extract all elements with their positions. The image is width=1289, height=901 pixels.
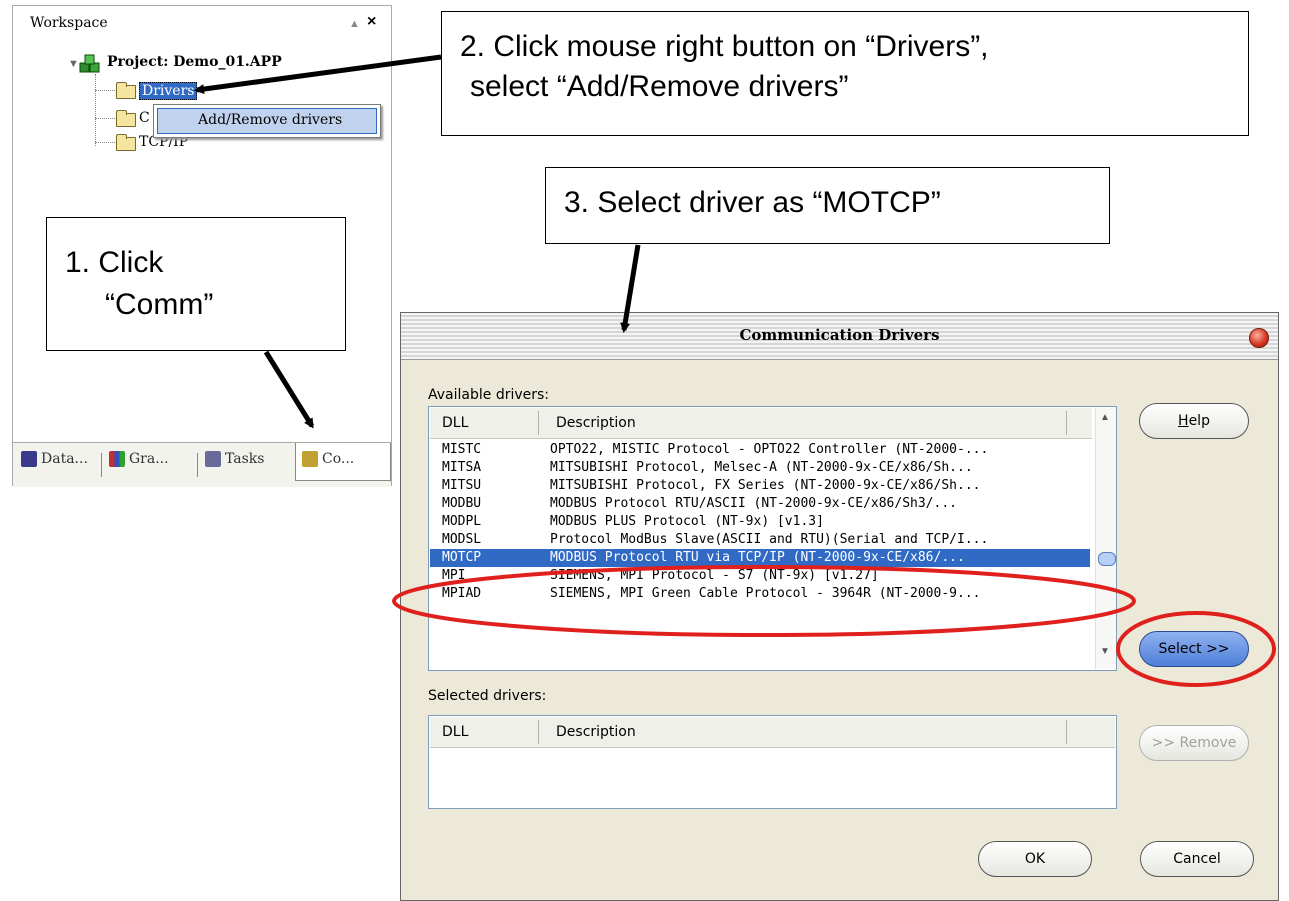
selected-drivers-list[interactable]: DLL Description	[428, 715, 1117, 809]
pin-icon[interactable]: ▲	[349, 18, 360, 30]
workspace-titlebar: Workspace ▲ ×	[13, 6, 391, 36]
dll-cell: MODSL	[442, 532, 482, 547]
column-header-description[interactable]: Description	[556, 408, 636, 438]
menu-item-label: Add/Remove drivers	[198, 112, 343, 128]
tree-item-drivers[interactable]: Drivers	[139, 82, 198, 100]
tree-guide	[95, 74, 96, 146]
dll-cell: MPIAD	[442, 586, 482, 601]
description-cell: MITSUBISHI Protocol, Melsec-A (NT-2000-9…	[550, 460, 973, 475]
tab-tasks[interactable]: Tasks	[205, 451, 264, 477]
scroll-down-icon[interactable]: ▼	[1100, 646, 1110, 657]
table-row[interactable]: MITSA MITSUBISHI Protocol, Melsec-A (NT-…	[430, 459, 1090, 477]
tab-label: Gra...	[129, 451, 169, 467]
dll-cell: MODBU	[442, 496, 482, 511]
tasks-icon	[205, 451, 221, 467]
available-drivers-label: Available drivers:	[428, 387, 550, 403]
dll-cell: MITSU	[442, 478, 482, 493]
description-cell: SIEMENS, MPI Protocol - S7 (NT-9x) [v1.2…	[550, 568, 879, 583]
dialog-titlebar: Communication Drivers	[401, 313, 1278, 360]
selected-drivers-label: Selected drivers:	[428, 688, 547, 704]
cancel-button[interactable]: Cancel	[1140, 841, 1254, 877]
description-cell: SIEMENS, MPI Green Cable Protocol - 3964…	[550, 586, 981, 601]
description-cell: MODBUS Protocol RTU/ASCII (NT-2000-9x-CE…	[550, 496, 957, 511]
remove-button[interactable]: >> Remove	[1139, 725, 1249, 761]
description-cell: MODBUS PLUS Protocol (NT-9x) [v1.3]	[550, 514, 824, 529]
tree-item-comm[interactable]: C	[139, 110, 150, 126]
workspace-title: Workspace	[30, 15, 108, 31]
tree-guide	[95, 90, 115, 91]
tab-label: Co...	[322, 451, 355, 467]
table-row[interactable]: MISTC OPTO22, MISTIC Protocol - OPTO22 C…	[430, 441, 1090, 459]
close-icon[interactable]	[1249, 328, 1269, 348]
callout-text: 1. Click	[65, 246, 164, 279]
dll-cell: MODPL	[442, 514, 482, 529]
tab-separator	[101, 453, 102, 477]
communication-drivers-dialog: Communication Drivers Available drivers:…	[400, 312, 1279, 901]
folder-icon	[116, 82, 136, 99]
callout-text: 2. Click mouse right button on “Drivers”…	[460, 30, 989, 63]
tab-graphics[interactable]: Gra...	[109, 451, 169, 477]
dll-cell: MOTCP	[442, 550, 482, 565]
context-menu: Add/Remove drivers	[153, 104, 381, 138]
folder-icon	[116, 110, 136, 127]
description-cell: MITSUBISHI Protocol, FX Series (NT-2000-…	[550, 478, 981, 493]
available-drivers-list[interactable]: DLL Description MISTC OPTO22, MISTIC Pro…	[428, 406, 1117, 671]
table-row[interactable]: MITSU MITSUBISHI Protocol, FX Series (NT…	[430, 477, 1090, 495]
callout-step-1: 1. Click “Comm”	[46, 217, 346, 351]
list-header: DLL Description	[430, 717, 1115, 748]
workspace-tab-bar: Data... Gra... Tasks Co...	[13, 442, 391, 487]
vertical-scrollbar[interactable]: ▲ ▼	[1095, 408, 1116, 669]
close-icon[interactable]: ×	[367, 13, 376, 31]
database-icon	[21, 451, 37, 467]
project-icon	[79, 54, 100, 73]
column-separator[interactable]	[538, 720, 539, 744]
dialog-title: Communication Drivers	[739, 326, 940, 344]
comm-icon	[302, 451, 318, 467]
table-row[interactable]: MPIAD SIEMENS, MPI Green Cable Protocol …	[430, 585, 1090, 603]
ok-button[interactable]: OK	[978, 841, 1092, 877]
folder-icon	[116, 134, 136, 151]
help-accelerator: H	[1178, 413, 1189, 429]
tab-label: Data...	[41, 451, 88, 467]
table-row[interactable]: MODBU MODBUS Protocol RTU/ASCII (NT-2000…	[430, 495, 1090, 513]
tab-database[interactable]: Data...	[21, 451, 88, 477]
description-cell: OPTO22, MISTIC Protocol - OPTO22 Control…	[550, 442, 989, 457]
tab-label: Tasks	[225, 451, 265, 467]
table-row[interactable]: MODSL Protocol ModBus Slave(ASCII and RT…	[430, 531, 1090, 549]
help-label: elp	[1188, 413, 1210, 429]
tab-comm[interactable]: Co...	[295, 443, 391, 481]
scroll-thumb[interactable]	[1098, 552, 1116, 566]
select-button[interactable]: Select >>	[1139, 631, 1249, 667]
column-separator[interactable]	[1066, 720, 1067, 744]
table-row[interactable]: MPI SIEMENS, MPI Protocol - S7 (NT-9x) […	[430, 567, 1090, 585]
column-header-dll[interactable]: DLL	[442, 717, 468, 747]
dll-cell: MPI	[442, 568, 466, 583]
tree-guide	[95, 142, 115, 143]
callout-text: “Comm”	[105, 288, 214, 321]
dll-cell: MITSA	[442, 460, 482, 475]
callout-step-2: 2. Click mouse right button on “Drivers”…	[441, 11, 1249, 136]
callout-text: 3. Select driver as “MOTCP”	[564, 186, 941, 219]
callout-text: select “Add/Remove drivers”	[470, 70, 849, 103]
table-row[interactable]: MODPL MODBUS PLUS Protocol (NT-9x) [v1.3…	[430, 513, 1090, 531]
table-row-selected[interactable]: MOTCP MODBUS Protocol RTU via TCP/IP (NT…	[430, 549, 1090, 567]
tree-guide	[95, 118, 115, 119]
column-header-description[interactable]: Description	[556, 717, 636, 747]
help-button[interactable]: Help	[1139, 403, 1249, 439]
scroll-up-icon[interactable]: ▲	[1100, 412, 1110, 423]
expand-arrow-icon[interactable]: ▼	[68, 58, 79, 70]
description-cell: Protocol ModBus Slave(ASCII and RTU)(Ser…	[550, 532, 989, 547]
column-separator[interactable]	[1066, 411, 1067, 435]
graphics-icon	[109, 451, 125, 467]
list-header: DLL Description	[430, 408, 1092, 439]
column-separator[interactable]	[538, 411, 539, 435]
tab-separator	[197, 453, 198, 477]
dll-cell: MISTC	[442, 442, 482, 457]
column-header-dll[interactable]: DLL	[442, 408, 468, 438]
add-remove-drivers-menu-item[interactable]: Add/Remove drivers	[157, 108, 377, 134]
callout-step-3: 3. Select driver as “MOTCP”	[545, 167, 1110, 244]
project-node[interactable]: Project: Demo_01.APP	[107, 54, 282, 70]
description-cell: MODBUS Protocol RTU via TCP/IP (NT-2000-…	[550, 550, 965, 565]
